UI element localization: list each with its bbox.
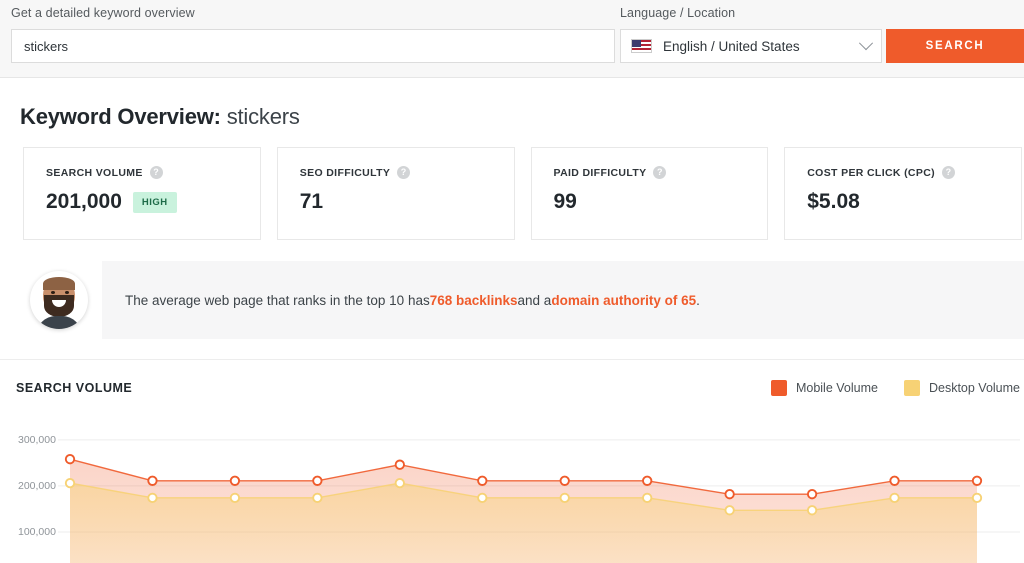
chart-y-tick-label: 200,000 — [18, 479, 56, 492]
page-title-prefix: Keyword Overview: — [20, 104, 221, 129]
search-field-label: Get a detailed keyword overview — [11, 6, 195, 20]
insight-part-2: and a — [517, 292, 552, 308]
chart-header: SEARCH VOLUME Mobile Volume Desktop Volu… — [0, 360, 1024, 396]
metric-card-seo-difficulty: SEO DIFFICULTY ? 71 — [276, 147, 515, 240]
insight-highlight-authority: domain authority of 65 — [551, 292, 697, 308]
insight-text: The average web page that ranks in the t… — [125, 261, 700, 339]
metric-card-paid-difficulty: PAID DIFFICULTY ? 99 — [530, 147, 769, 240]
status-badge: HIGH — [132, 191, 177, 213]
legend-swatch-desktop — [903, 380, 920, 396]
metric-value: $5.08 — [807, 190, 860, 213]
chevron-down-icon — [858, 36, 874, 51]
metric-cards: SEARCH VOLUME ? 201,000 HIGH SEO DIFFICU… — [23, 147, 1022, 240]
metric-label: SEARCH VOLUME ? — [46, 166, 260, 179]
help-icon[interactable]: ? — [149, 166, 163, 179]
help-icon[interactable]: ? — [397, 166, 411, 179]
insight-highlight-backlinks: 768 backlinks — [429, 292, 518, 308]
legend-swatch-mobile — [770, 380, 787, 396]
page-title: Keyword Overview: stickers — [20, 78, 1000, 130]
insight-part-3: . — [696, 292, 700, 308]
us-flag-icon — [631, 39, 652, 53]
legend-item-mobile[interactable]: Mobile Volume — [770, 380, 878, 396]
metric-value-row: 201,000 HIGH — [46, 190, 260, 214]
metric-value-row: 71 — [300, 190, 514, 214]
language-location-select[interactable]: English / United States — [620, 29, 882, 63]
language-select-value: English / United States — [663, 38, 800, 54]
metric-card-search-volume: SEARCH VOLUME ? 201,000 HIGH — [23, 147, 261, 240]
page-title-keyword: stickers — [226, 104, 300, 129]
keyword-search-input[interactable] — [11, 29, 615, 63]
metric-value: 201,000 — [46, 190, 122, 213]
insight-banner: The average web page that ranks in the t… — [24, 261, 1024, 339]
legend-label-desktop: Desktop Volume — [928, 381, 1020, 395]
legend-label-mobile: Mobile Volume — [795, 381, 878, 395]
chart-title: SEARCH VOLUME — [16, 381, 133, 395]
metric-label: PAID DIFFICULTY ? — [554, 166, 768, 179]
search-button[interactable]: SEARCH — [886, 29, 1024, 63]
insight-part-1: The average web page that ranks in the t… — [125, 292, 430, 308]
legend-item-desktop[interactable]: Desktop Volume — [903, 380, 1020, 396]
avatar — [30, 271, 88, 329]
language-field-label: Language / Location — [620, 6, 736, 20]
metric-label: SEO DIFFICULTY ? — [300, 166, 514, 179]
metric-card-cost-per-click: COST PER CLICK (CPC) ? $5.08 — [784, 147, 1022, 240]
help-icon[interactable]: ? — [942, 166, 955, 179]
help-icon[interactable]: ? — [653, 166, 667, 179]
search-toolbar: Get a detailed keyword overview Language… — [0, 0, 1024, 78]
metric-value-row: 99 — [554, 190, 768, 214]
chart-y-tick-label: 300,000 — [18, 433, 56, 446]
metric-value-row: $5.08 — [807, 190, 1021, 214]
chart-legend: Mobile Volume Desktop Volume — [745, 380, 1024, 396]
chart-plot-area[interactable]: 100,000 200,000 300,000 — [0, 408, 1024, 563]
metric-value: 71 — [299, 190, 324, 213]
metric-label: COST PER CLICK (CPC) ? — [807, 166, 1021, 179]
metric-value: 99 — [553, 190, 577, 213]
search-volume-chart-panel: SEARCH VOLUME Mobile Volume Desktop Volu… — [0, 359, 1024, 563]
chart-y-tick-label: 100,000 — [18, 525, 56, 538]
